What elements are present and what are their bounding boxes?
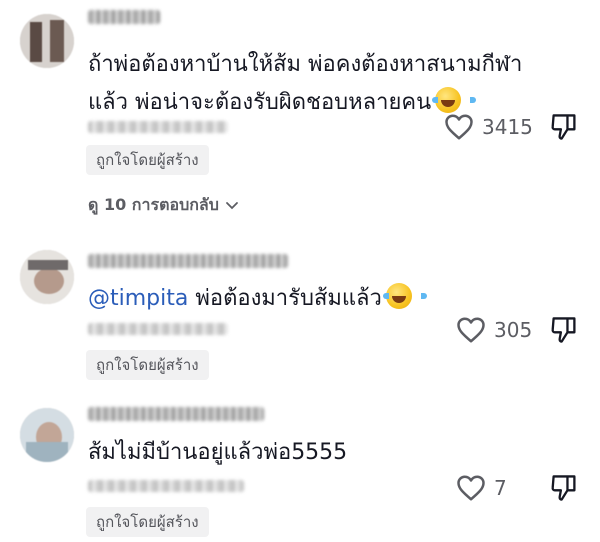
timestamp-reply-redacted [88,323,228,335]
avatar[interactable] [20,408,74,462]
timestamp-reply-redacted [88,480,244,492]
view-replies-label: ดู 10 การตอบกลับ [88,195,219,214]
like-button[interactable]: 7 [456,474,507,502]
dislike-button[interactable] [550,473,578,507]
thumbs-down-outline-icon [551,114,576,140]
like-count: 3415 [482,115,533,139]
like-count: 305 [494,318,533,342]
dislike-button[interactable] [550,315,578,349]
username-redacted[interactable] [88,407,264,421]
avatar[interactable] [20,250,74,304]
comment-text: ส้มไม่มีบ้านอยู่แล้วพ่อ5555 [88,434,558,472]
comment-text-line1: ถ้าพ่อต้องหาบ้านให้ส้ม พ่อคงต้องหาสนามกี… [88,52,523,77]
mention-link[interactable]: @timpita [88,286,188,311]
comment-text-line2: แล้ว พ่อน่าจะต้องรับผิดชอบหลายคน [88,90,432,115]
comment-text-body: ส้มไม่มีบ้านอยู่แล้วพ่อ5555 [88,440,348,465]
comment-text: ถ้าพ่อต้องหาบ้านให้ส้ม พ่อคงต้องหาสนามกี… [88,46,558,122]
avatar[interactable] [20,14,74,68]
heart-outline-icon [457,317,485,343]
laughing-emoji-icon [432,87,477,113]
timestamp-reply-redacted [88,121,228,133]
like-button[interactable]: 3415 [444,113,533,141]
dislike-button[interactable] [550,112,578,146]
heart-outline-icon [457,475,485,501]
username-redacted[interactable] [88,254,288,268]
liked-by-creator-badge: ถูกใจโดยผู้สร้าง [86,507,209,537]
view-replies-button[interactable]: ดู 10 การตอบกลับ [88,193,239,218]
username-redacted[interactable] [88,10,160,24]
liked-by-creator-badge: ถูกใจโดยผู้สร้าง [86,145,209,175]
like-button[interactable]: 305 [456,316,532,344]
liked-by-creator-badge: ถูกใจโดยผู้สร้าง [86,350,209,380]
comment-text: @timpita พ่อต้องมารับส้มแล้ว [88,280,558,318]
laughing-emoji-icon [382,283,427,309]
like-count: 7 [494,476,507,500]
heart-outline-icon [445,114,473,140]
comment-text-body: พ่อต้องมารับส้มแล้ว [188,286,382,311]
chevron-down-icon [225,201,238,209]
thumbs-down-outline-icon [551,475,576,501]
thumbs-down-outline-icon [551,317,576,343]
